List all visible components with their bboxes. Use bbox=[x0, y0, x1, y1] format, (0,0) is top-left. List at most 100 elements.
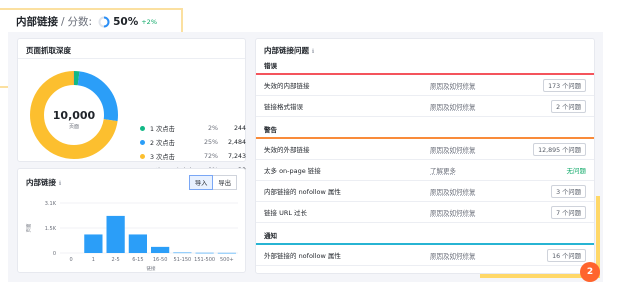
legend-count: 7,243 bbox=[227, 152, 246, 160]
direction-tabs: 导入 导出 bbox=[188, 175, 237, 190]
x-tick-label: 500+ bbox=[220, 257, 234, 263]
issue-count-cell: 173 个问题 bbox=[510, 78, 586, 92]
why-and-how-to-fix-link[interactable]: 原因及如何修复 bbox=[430, 186, 510, 196]
page-header: 内部链接 / 分数: 50% +2% bbox=[16, 14, 157, 29]
legend-dot bbox=[140, 125, 145, 131]
x-tick-label: 6-15 bbox=[132, 257, 143, 263]
page-title: 内部链接 bbox=[16, 16, 58, 28]
issue-name[interactable]: 外部链接的 nofollow 属性 bbox=[264, 250, 430, 260]
internal-links-title: 内部链接 ℹ bbox=[26, 177, 61, 188]
x-tick-label: 151-500 bbox=[194, 257, 215, 263]
internal-links-bar-chart: 页面 3.1K 1.5K 0 0 1 2-5 6-15 16-50 51-150 151-500 50… bbox=[26, 201, 238, 271]
issue-count-cell: 2 个问题 bbox=[510, 99, 586, 113]
y-tick-label: 3.1K bbox=[45, 201, 57, 207]
issue-row[interactable]: 链接 URL 过长 原因及如何修复 7 个问题 bbox=[256, 202, 594, 223]
no-issues-label: 无问题 bbox=[566, 167, 587, 175]
internal-links-title-text: 内部链接 bbox=[26, 178, 56, 187]
crawl-depth-donut-chart: 10,000 页面 bbox=[30, 71, 118, 159]
crawl-depth-card: 页面抓取深度 10,000 页面 1 次点击 2% 244 2 次点击 25% 2,484 3… bbox=[17, 38, 246, 175]
info-icon[interactable]: ℹ bbox=[59, 180, 61, 187]
issue-count-button[interactable]: 3 个问题 bbox=[551, 184, 586, 198]
legend-item[interactable]: 1 次点击 2% 244 bbox=[140, 121, 246, 135]
legend-percent: 2% bbox=[208, 124, 218, 132]
legend-dot bbox=[140, 139, 145, 145]
y-axis-label: 页面 bbox=[26, 223, 32, 232]
internal-link-issues-card: 内部链接问题 ℹ 错误 失效的内部链接 原因及如何修复 173 个问题 链接格式错误 原因及… bbox=[255, 38, 595, 274]
bar-6-15[interactable] bbox=[128, 234, 147, 253]
x-tick-label: 51-150 bbox=[174, 257, 192, 263]
issue-count-button[interactable]: 2 个问题 bbox=[551, 99, 586, 113]
issue-section-heading: 通知 bbox=[264, 232, 277, 240]
issue-section-heading: 错误 bbox=[264, 62, 277, 70]
why-and-how-to-fix-link[interactable]: 原因及如何修复 bbox=[430, 101, 510, 111]
bar-16-50[interactable] bbox=[151, 246, 170, 253]
legend-dot bbox=[140, 153, 145, 159]
score-ring-icon bbox=[98, 16, 110, 27]
bar-2-5[interactable] bbox=[106, 215, 125, 253]
issue-row[interactable]: 链接格式错误 原因及如何修复 2 个问题 bbox=[256, 96, 594, 117]
notification-badge[interactable]: 2 bbox=[580, 262, 600, 282]
donut-center-label: 页面 bbox=[69, 124, 79, 130]
issue-row[interactable]: 内部链接的 nofollow 属性 原因及如何修复 3 个问题 bbox=[256, 181, 594, 202]
issue-section: 错误 失效的内部链接 原因及如何修复 173 个问题 链接格式错误 原因及如何修复 2 个问… bbox=[256, 59, 594, 117]
legend-percent: 72% bbox=[204, 152, 218, 160]
issue-row[interactable]: 失效的外部链接 原因及如何修复 12,895 个问题 bbox=[256, 139, 594, 160]
issue-count-button[interactable]: 16 个问题 bbox=[547, 248, 586, 262]
issue-count-button[interactable]: 12,895 个问题 bbox=[533, 142, 586, 156]
legend-item[interactable]: 3 次点击 72% 7,243 bbox=[140, 149, 246, 163]
issue-section: 警告 失效的外部链接 原因及如何修复 12,895 个问题 太多 on-page 链接了… bbox=[256, 123, 594, 223]
y-tick-label: 0 bbox=[53, 251, 56, 257]
issue-name[interactable]: 链接格式错误 bbox=[264, 101, 430, 111]
divider bbox=[18, 58, 245, 59]
y-tick-label: 1.5K bbox=[45, 226, 57, 232]
why-and-how-to-fix-link[interactable]: 原因及如何修复 bbox=[430, 80, 510, 90]
issue-row[interactable]: 失效的内部链接 原因及如何修复 173 个问题 bbox=[256, 75, 594, 96]
issue-count-cell: 7 个问题 bbox=[510, 205, 586, 219]
issue-row[interactable]: 太多 on-page 链接 了解更多 无问题 bbox=[256, 160, 594, 181]
legend-item[interactable]: 2 次点击 25% 2,484 bbox=[140, 135, 246, 149]
legend-percent: 25% bbox=[204, 138, 218, 146]
issue-count-cell: 12,895 个问题 bbox=[510, 142, 586, 156]
issue-name[interactable]: 内部链接的 nofollow 属性 bbox=[264, 186, 430, 196]
issue-name[interactable]: 失效的内部链接 bbox=[264, 80, 430, 90]
bar-500+[interactable] bbox=[217, 252, 236, 254]
bar-51-150[interactable] bbox=[173, 252, 192, 254]
why-and-how-to-fix-link[interactable]: 了解更多 bbox=[430, 165, 510, 175]
x-tick-label: 1 bbox=[92, 257, 95, 263]
tab-outgoing[interactable]: 导出 bbox=[213, 175, 237, 190]
legend-label: 2 次点击 bbox=[150, 139, 175, 147]
bar-1[interactable] bbox=[84, 234, 103, 253]
issue-row[interactable]: 外部链接的 nofollow 属性 原因及如何修复 16 个问题 bbox=[256, 245, 594, 266]
donut-center-value: 10,000 bbox=[53, 109, 96, 122]
issues-title-text: 内部链接问题 bbox=[264, 46, 309, 55]
bar-151-500[interactable] bbox=[195, 252, 214, 254]
issue-name[interactable]: 太多 on-page 链接 bbox=[264, 165, 430, 175]
x-axis-label: 链接 bbox=[147, 265, 156, 271]
issue-name[interactable]: 失效的外部链接 bbox=[264, 144, 430, 154]
issue-name[interactable]: 链接 URL 过长 bbox=[264, 207, 430, 217]
issues-title: 内部链接问题 ℹ bbox=[264, 45, 314, 56]
x-tick-label: 0 bbox=[70, 257, 73, 263]
info-icon[interactable]: ℹ bbox=[312, 48, 314, 55]
issue-count-cell: 16 个问题 bbox=[510, 248, 586, 262]
issue-count-cell: 3 个问题 bbox=[510, 184, 586, 198]
internal-links-card: 内部链接 ℹ 导入 导出 页面 3.1K 1.5K 0 0 1 2-5 6-15 16-50 51-… bbox=[17, 168, 246, 273]
score-delta: +2% bbox=[141, 17, 157, 26]
legend-label: 3 次点击 bbox=[150, 153, 175, 161]
x-tick-label: 2-5 bbox=[112, 257, 120, 263]
score-value: 50% bbox=[113, 15, 139, 28]
legend-label: 1 次点击 bbox=[150, 125, 175, 133]
x-tick-label: 16-50 bbox=[153, 257, 168, 263]
crawl-depth-title: 页面抓取深度 bbox=[26, 46, 71, 55]
why-and-how-to-fix-link[interactable]: 原因及如何修复 bbox=[430, 144, 510, 154]
why-and-how-to-fix-link[interactable]: 原因及如何修复 bbox=[430, 207, 510, 217]
issue-count-cell: 无问题 bbox=[510, 165, 587, 175]
issue-count-button[interactable]: 173 个问题 bbox=[543, 78, 586, 92]
tab-incoming[interactable]: 导入 bbox=[188, 175, 214, 190]
issue-section: 通知外部链接的 nofollow 属性 原因及如何修复 16 个问题 bbox=[256, 229, 594, 266]
legend-count: 2,484 bbox=[227, 138, 246, 146]
issue-section-heading: 警告 bbox=[264, 126, 277, 134]
title-separator: / bbox=[61, 15, 65, 28]
issue-count-button[interactable]: 7 个问题 bbox=[551, 205, 586, 219]
why-and-how-to-fix-link[interactable]: 原因及如何修复 bbox=[430, 250, 510, 260]
